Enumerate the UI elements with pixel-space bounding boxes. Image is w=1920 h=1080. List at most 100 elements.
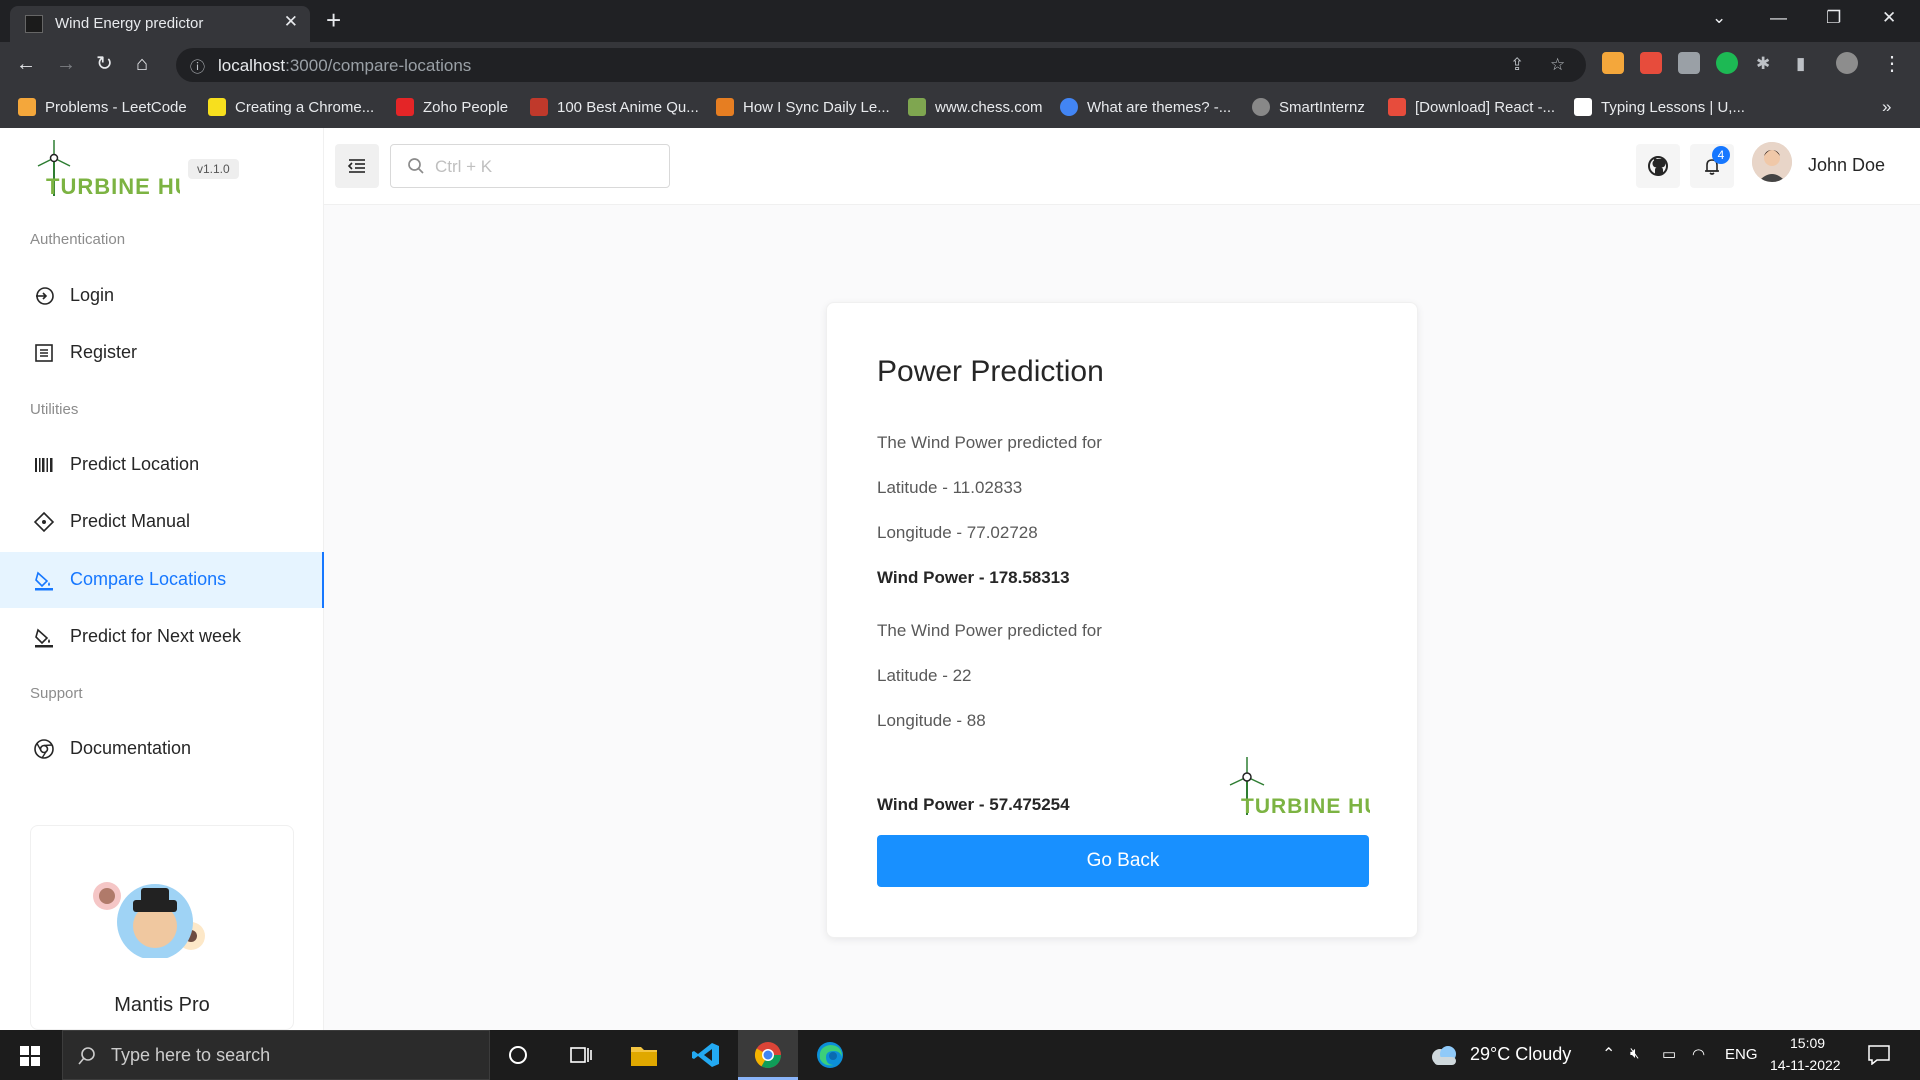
- chrome-icon: [754, 1042, 782, 1069]
- page-title: Power Prediction: [877, 355, 1104, 388]
- forward-arrow-icon[interactable]: →: [56, 52, 76, 76]
- tab-search-chevron-icon[interactable]: ⌄: [1712, 8, 1726, 28]
- bookmark-star-icon[interactable]: ☆: [1550, 55, 1565, 75]
- minimize-button[interactable]: —: [1770, 8, 1787, 28]
- svg-text:TURBINE HUT: TURBINE HUT: [46, 174, 180, 198]
- barcode-icon: [35, 458, 53, 472]
- bookmarks-overflow-icon[interactable]: »: [1882, 96, 1891, 118]
- bookmark-item[interactable]: Typing Lessons | U,...: [1574, 96, 1745, 118]
- language-indicator[interactable]: ENG: [1725, 1046, 1758, 1063]
- extension-icon[interactable]: [1640, 52, 1662, 74]
- sidebar-item-label: Compare Locations: [70, 569, 227, 589]
- leetcode-extension-icon[interactable]: [1602, 52, 1624, 74]
- go-back-button[interactable]: Go Back: [877, 835, 1369, 887]
- sidebar-item-predict-location[interactable]: Predict Location: [0, 437, 324, 493]
- url-text[interactable]: localhost:3000/compare-locations: [218, 56, 471, 76]
- bookmark-favicon-icon: [530, 98, 548, 116]
- speaker-muted-icon[interactable]: 🔇︎: [1630, 1045, 1639, 1062]
- clock-time[interactable]: 15:09: [1790, 1035, 1825, 1051]
- sidebar-item-predict-manual[interactable]: Predict Manual: [0, 494, 324, 550]
- location-1-wind-power: Wind Power - 178.58313: [877, 568, 1070, 587]
- bookmark-item[interactable]: How I Sync Daily Le...: [716, 96, 890, 118]
- extension-icon[interactable]: [1678, 52, 1700, 74]
- chrome-app[interactable]: [738, 1030, 798, 1080]
- side-panel-icon[interactable]: ▮: [1796, 52, 1805, 76]
- avatar[interactable]: [1752, 142, 1792, 182]
- new-tab-button[interactable]: +: [326, 6, 341, 34]
- sidebar-item-predict-next-week[interactable]: Predict for Next week: [0, 609, 324, 665]
- sidebar-item-compare-locations[interactable]: Compare Locations: [0, 552, 324, 608]
- turbine-hut-logo[interactable]: TURBINE HUT: [32, 138, 180, 198]
- tab-title: Wind Energy predictor: [55, 15, 204, 32]
- register-icon: [35, 344, 53, 362]
- sidebar-item-login[interactable]: Login: [0, 268, 324, 324]
- login-icon: [36, 287, 54, 305]
- profile-avatar[interactable]: [1836, 52, 1858, 74]
- bookmark-item[interactable]: www.chess.com: [908, 96, 1043, 118]
- user-name[interactable]: John Doe: [1808, 155, 1885, 176]
- notifications-center-icon[interactable]: [1868, 1045, 1890, 1065]
- github-button[interactable]: [1636, 144, 1680, 188]
- extensions-puzzle-icon[interactable]: ✱: [1756, 52, 1770, 76]
- search-input[interactable]: Ctrl + K: [390, 144, 670, 188]
- vscode-app[interactable]: [676, 1030, 736, 1080]
- bookmark-favicon-icon: [716, 98, 734, 116]
- bookmark-item[interactable]: 100 Best Anime Qu...: [530, 96, 699, 118]
- search-placeholder: Ctrl + K: [435, 157, 493, 176]
- back-arrow-icon[interactable]: ←: [16, 52, 36, 76]
- vscode-icon: [692, 1043, 719, 1067]
- bookmark-favicon-icon: [908, 98, 926, 116]
- cortana-icon[interactable]: [508, 1045, 528, 1065]
- bookmark-item[interactable]: Zoho People: [396, 96, 508, 118]
- chrome-icon: [34, 739, 54, 759]
- location-2-intro: The Wind Power predicted for: [877, 621, 1102, 640]
- share-icon[interactable]: ⇪: [1510, 55, 1524, 75]
- github-icon: [1648, 156, 1668, 176]
- promo-illustration: [93, 882, 205, 958]
- bookmark-item[interactable]: Problems - LeetCode: [18, 96, 187, 118]
- notifications-button[interactable]: 4: [1690, 144, 1734, 188]
- weather-text[interactable]: 29°C Cloudy: [1470, 1044, 1571, 1065]
- address-bar[interactable]: ⓘ localhost:3000/compare-locations ⇪ ☆: [176, 48, 1586, 82]
- site-info-icon[interactable]: ⓘ: [190, 56, 205, 77]
- section-label-support: Support: [30, 685, 83, 702]
- taskbar-search-placeholder: Type here to search: [111, 1045, 271, 1065]
- menu-toggle-button[interactable]: [335, 144, 379, 188]
- bookmark-favicon-icon: [208, 98, 226, 116]
- taskbar-search-input[interactable]: Type here to search: [62, 1030, 490, 1080]
- location-1-longitude: Longitude - 77.02728: [877, 523, 1038, 542]
- reload-icon[interactable]: ↻: [96, 52, 113, 76]
- close-window-button[interactable]: ✕: [1882, 8, 1896, 28]
- bookmark-item[interactable]: SmartInternz: [1252, 96, 1365, 118]
- power-prediction-card: Power Prediction The Wind Power predicte…: [826, 302, 1418, 938]
- edge-app[interactable]: [800, 1030, 860, 1080]
- location-2-longitude: Longitude - 88: [877, 711, 986, 730]
- bookmark-item[interactable]: [Download] React -...: [1388, 96, 1555, 118]
- browser-menu-icon[interactable]: ⋮: [1882, 52, 1902, 76]
- task-view-icon[interactable]: [570, 1045, 592, 1065]
- sidebar-item-register[interactable]: Register: [0, 325, 324, 381]
- home-icon[interactable]: ⌂: [136, 52, 148, 76]
- file-explorer-app[interactable]: [614, 1030, 674, 1080]
- location-1-intro: The Wind Power predicted for: [877, 433, 1102, 452]
- grammarly-extension-icon[interactable]: [1716, 52, 1738, 74]
- search-icon: [78, 1047, 95, 1065]
- bg-colors-icon: [35, 628, 53, 648]
- sidebar-item-documentation[interactable]: Documentation: [0, 721, 324, 777]
- bookmark-item[interactable]: What are themes? -...: [1060, 96, 1231, 118]
- windows-taskbar: Type here to search 29°C Cloudy ⌃ 🔇︎ ▭ ◠…: [0, 1030, 1920, 1080]
- clock-date[interactable]: 14-11-2022: [1770, 1057, 1841, 1073]
- sidebar: TURBINE HUT v1.1.0 Authentication Login …: [0, 128, 324, 1030]
- show-hidden-icons-chevron-icon[interactable]: ⌃: [1602, 1044, 1615, 1064]
- search-icon: [408, 158, 424, 174]
- bookmark-favicon-icon: [1574, 98, 1592, 116]
- battery-icon[interactable]: ▭: [1662, 1045, 1676, 1063]
- browser-tab[interactable]: Wind Energy predictor ✕: [10, 6, 310, 42]
- restore-button[interactable]: ❐: [1826, 8, 1841, 28]
- windows-start-icon[interactable]: [20, 1046, 40, 1066]
- wifi-icon[interactable]: ◠: [1692, 1045, 1705, 1063]
- bookmarks-bar: Problems - LeetCode Creating a Chrome...…: [0, 88, 1920, 128]
- tab-close-icon[interactable]: ✕: [284, 12, 298, 32]
- bookmark-item[interactable]: Creating a Chrome...: [208, 96, 374, 118]
- bookmark-favicon-icon: [1060, 98, 1078, 116]
